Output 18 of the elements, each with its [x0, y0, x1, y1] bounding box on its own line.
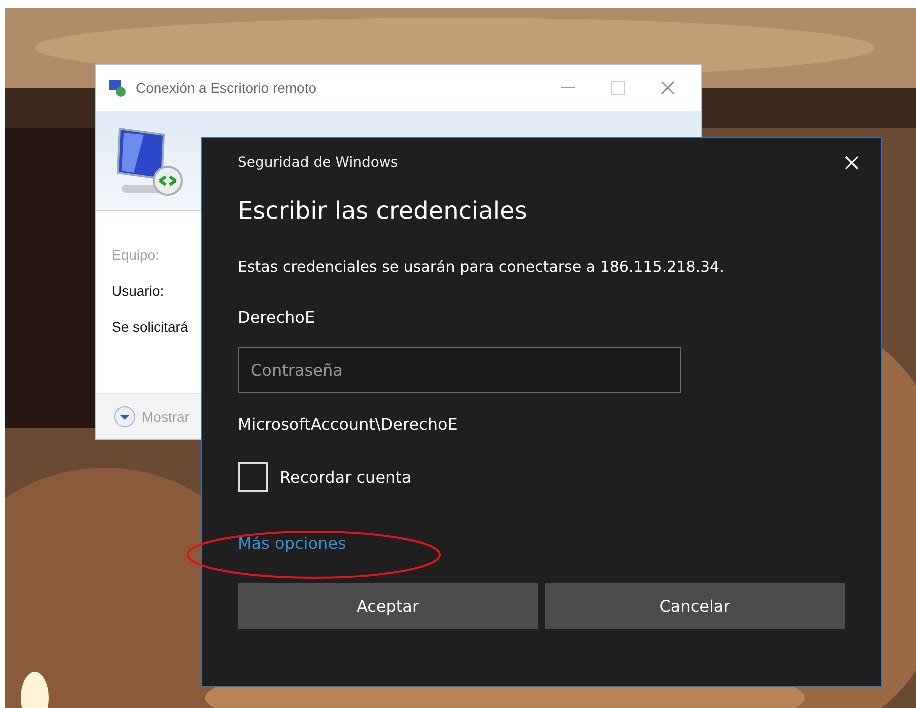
username: DerechoE: [238, 308, 316, 327]
cancel-button[interactable]: Cancelar: [545, 583, 845, 629]
dialog-app-title: Seguridad de Windows: [238, 155, 398, 171]
monitor-icon: [108, 78, 128, 98]
more-options-link[interactable]: Más opciones: [238, 534, 346, 553]
field-label: Se solicitará: [112, 319, 188, 335]
minimize-icon[interactable]: [561, 87, 575, 89]
account-name: MicrosoftAccount\DerechoE: [238, 415, 458, 434]
checkbox-label: Recordar cuenta: [280, 468, 412, 486]
dialog-heading: Escribir las credenciales: [238, 197, 528, 225]
checkbox[interactable]: [238, 462, 268, 492]
field-label: Equipo:: [112, 247, 160, 263]
dialog-message: Estas credenciales se usarán para conectarse a 186.115.218.34.: [238, 258, 724, 276]
password-field[interactable]: Contraseña: [238, 347, 681, 393]
expand-icon[interactable]: [114, 406, 136, 428]
field-label: Usuario:: [112, 283, 164, 299]
window-title: Conexión a Escritorio remoto: [136, 80, 317, 96]
accept-button[interactable]: Aceptar: [238, 583, 538, 629]
